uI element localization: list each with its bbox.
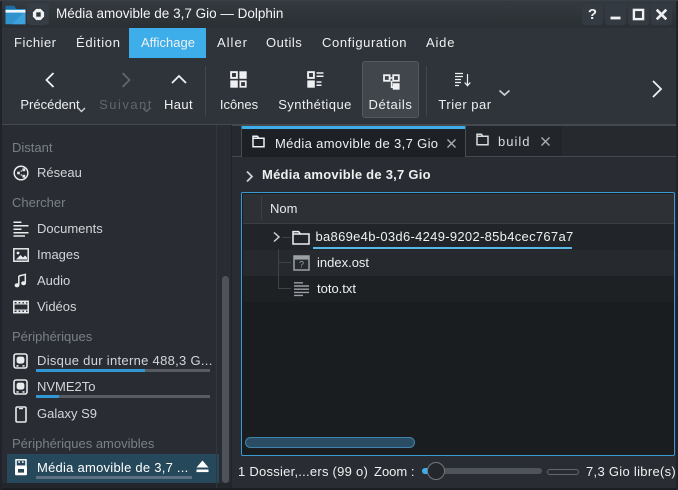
svg-text:?: ? bbox=[299, 260, 304, 270]
